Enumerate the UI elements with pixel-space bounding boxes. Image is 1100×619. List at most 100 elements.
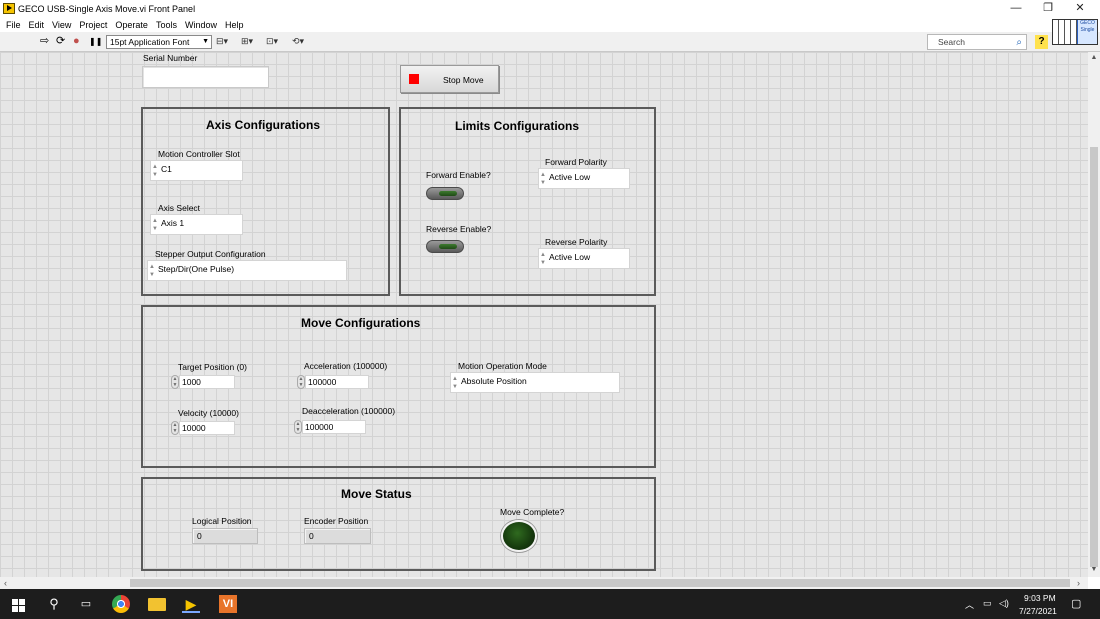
forward-polarity-value: Active Low: [549, 172, 590, 182]
context-help-button[interactable]: ?: [1035, 35, 1048, 49]
scroll-left-icon[interactable]: ‹: [4, 577, 7, 589]
menu-help[interactable]: Help: [221, 18, 248, 32]
menu-tools[interactable]: Tools: [152, 18, 181, 32]
motion-controller-slot-label: Motion Controller Slot: [158, 149, 240, 159]
deacceleration-label: Deacceleration (100000): [302, 406, 395, 416]
forward-enable-switch[interactable]: [426, 187, 464, 200]
move-complete-label: Move Complete?: [500, 507, 564, 517]
vertical-scrollbar[interactable]: ▲ ▼: [1088, 52, 1100, 577]
menu-project[interactable]: Project: [75, 18, 111, 32]
menu-view[interactable]: View: [48, 18, 75, 32]
spin-arrows-icon[interactable]: ▲▼: [539, 171, 547, 188]
stop-move-label: Stop Move: [443, 75, 484, 85]
stop-square-icon: [409, 74, 419, 84]
deacceleration-value[interactable]: 100000: [302, 420, 366, 434]
windows-start-icon[interactable]: [10, 595, 28, 613]
axis-select[interactable]: ▲▼ Axis 1: [150, 214, 243, 235]
acceleration-input[interactable]: ▲▼ 100000: [297, 375, 369, 389]
run-arrow-icon[interactable]: ⇨: [40, 35, 49, 48]
increment-icon[interactable]: ▲▼: [171, 421, 179, 435]
labview-taskbar-icon[interactable]: ▶: [182, 595, 200, 613]
resize-objects-icon[interactable]: ⊡▾: [266, 35, 288, 49]
velocity-input[interactable]: ▲▼ 10000: [171, 421, 235, 435]
axis-config-frame: Axis Configurations Motion Controller Sl…: [141, 107, 390, 296]
forward-enable-label: Forward Enable?: [426, 170, 491, 180]
volume-icon[interactable]: ◁): [999, 598, 1009, 609]
run-continuously-icon[interactable]: ⟳: [56, 35, 65, 48]
menu-bar: FileEditViewProjectOperateToolsWindowHel…: [0, 18, 1100, 32]
encoder-position-indicator: 0: [304, 528, 371, 544]
menu-file[interactable]: File: [0, 18, 25, 32]
stepper-output-label: Stepper Output Configuration: [155, 249, 266, 259]
menu-edit[interactable]: Edit: [25, 18, 49, 32]
vi-taskbar-icon[interactable]: VI: [219, 595, 237, 613]
restore-button[interactable]: ❐: [1032, 0, 1064, 18]
file-explorer-icon[interactable]: [148, 598, 166, 611]
close-button[interactable]: ✕: [1064, 0, 1096, 18]
abort-icon[interactable]: ●: [73, 35, 80, 48]
acceleration-value[interactable]: 100000: [305, 375, 369, 389]
spin-arrows-icon[interactable]: ▲▼: [451, 375, 459, 392]
motion-operation-mode-select[interactable]: ▲▼ Absolute Position: [450, 372, 620, 393]
acceleration-label: Acceleration (100000): [304, 361, 387, 371]
move-config-frame: Move Configurations Target Position (0) …: [141, 305, 656, 468]
distribute-objects-icon[interactable]: ⊞▾: [241, 35, 263, 49]
motion-operation-mode-value: Absolute Position: [461, 376, 527, 386]
labview-app-icon: [3, 3, 15, 14]
vi-icon-badge: GECO Single: [1077, 20, 1097, 44]
stop-move-button[interactable]: Stop Move: [400, 65, 499, 93]
chrome-icon[interactable]: [112, 595, 130, 613]
scroll-right-icon[interactable]: ›: [1077, 577, 1080, 589]
scroll-up-icon[interactable]: ▲: [1088, 54, 1100, 61]
align-objects-icon[interactable]: ⊟▾: [216, 35, 238, 49]
spin-arrows-icon[interactable]: ▲▼: [151, 163, 159, 180]
increment-icon[interactable]: ▲▼: [297, 375, 305, 389]
spin-arrows-icon[interactable]: ▲▼: [148, 263, 156, 280]
forward-polarity-select[interactable]: ▲▼ Active Low: [538, 168, 630, 189]
font-select[interactable]: 15pt Application Font ▼: [106, 35, 212, 49]
reverse-enable-switch[interactable]: [426, 240, 464, 253]
clock-time[interactable]: 9:03 PM: [1024, 593, 1056, 603]
velocity-value[interactable]: 10000: [179, 421, 235, 435]
task-view-icon[interactable]: ▭: [77, 595, 95, 613]
menu-window[interactable]: Window: [181, 18, 221, 32]
reverse-polarity-select[interactable]: ▲▼ Active Low: [538, 248, 630, 269]
target-position-input[interactable]: ▲▼ 1000: [171, 375, 235, 389]
stepper-output-value: Step/Dir(One Pulse): [158, 264, 234, 274]
motion-controller-slot-value: C1: [161, 164, 172, 174]
pause-icon[interactable]: ❚❚: [89, 35, 102, 48]
encoder-position-label: Encoder Position: [304, 516, 368, 526]
deacceleration-input[interactable]: ▲▼ 100000: [294, 420, 366, 434]
search-placeholder: Search: [938, 37, 965, 47]
logical-position-label: Logical Position: [192, 516, 252, 526]
search-input[interactable]: Search ⌕: [927, 34, 1027, 50]
clock-date[interactable]: 7/27/2021: [1019, 606, 1057, 616]
spin-arrows-icon[interactable]: ▲▼: [151, 217, 159, 234]
spin-arrows-icon[interactable]: ▲▼: [539, 251, 547, 268]
stepper-output-select[interactable]: ▲▼ Step/Dir(One Pulse): [147, 260, 347, 281]
minimize-button[interactable]: —: [1000, 0, 1032, 18]
title-bar: GECO USB-Single Axis Move.vi Front Panel…: [0, 0, 1100, 18]
scroll-down-icon[interactable]: ▼: [1088, 566, 1100, 573]
tray-chevron-icon[interactable]: ︿: [965, 598, 974, 611]
serial-number-field[interactable]: [142, 66, 269, 88]
network-icon[interactable]: ▭: [983, 598, 992, 609]
search-icon[interactable]: ⚲: [45, 595, 63, 613]
horizontal-scroll-thumb[interactable]: [130, 579, 1070, 587]
increment-icon[interactable]: ▲▼: [171, 375, 179, 389]
motion-controller-slot-select[interactable]: ▲▼ C1: [150, 160, 243, 181]
target-position-label: Target Position (0): [178, 362, 247, 372]
target-position-value[interactable]: 1000: [179, 375, 235, 389]
vertical-scroll-thumb[interactable]: [1090, 147, 1098, 567]
search-icon[interactable]: ⌕: [1016, 36, 1022, 50]
notifications-icon[interactable]: ▢: [1071, 597, 1081, 610]
reverse-polarity-value: Active Low: [549, 252, 590, 262]
horizontal-scrollbar[interactable]: ‹ ›: [0, 577, 1088, 589]
increment-icon[interactable]: ▲▼: [294, 420, 302, 434]
reorder-icon[interactable]: ⟲▾: [292, 35, 314, 49]
menu-operate[interactable]: Operate: [111, 18, 152, 32]
move-status-frame: Move Status Logical Position 0 Encoder P…: [141, 477, 656, 571]
front-panel: Serial Number Stop Move Axis Configurati…: [0, 52, 1088, 577]
move-complete-led: [501, 520, 537, 552]
logical-position-indicator: 0: [192, 528, 258, 544]
